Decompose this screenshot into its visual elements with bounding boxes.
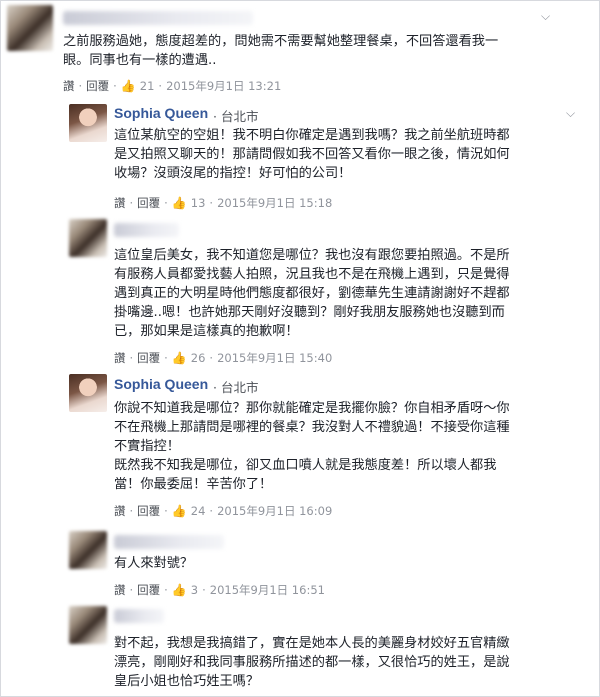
comment-date[interactable]: 2015年9月1日 15:18 xyxy=(217,195,332,211)
thumbs-up-icon: 👍 xyxy=(171,196,187,210)
commenter-name[interactable]: Sophia Queen xyxy=(114,376,208,392)
like-button[interactable]: 讚 xyxy=(63,78,75,94)
commenter-name-redacted xyxy=(114,223,179,237)
like-button[interactable]: 讚 xyxy=(114,503,126,519)
avatar[interactable] xyxy=(69,606,107,644)
chevron-down-icon[interactable]: ⌵ xyxy=(541,9,550,24)
like-count[interactable]: 3 xyxy=(191,583,198,597)
avatar[interactable] xyxy=(7,5,53,51)
avatar[interactable] xyxy=(69,374,107,412)
comment-date[interactable]: 2015年9月1日 15:40 xyxy=(217,350,332,366)
like-count[interactable]: 26 xyxy=(191,351,206,365)
comment-date[interactable]: 2015年9月1日 13:21 xyxy=(166,78,281,94)
like-count[interactable]: 21 xyxy=(140,79,155,93)
like-count[interactable]: 13 xyxy=(191,196,206,210)
reply-button[interactable]: 回覆 xyxy=(137,503,160,519)
like-button[interactable]: 讚 xyxy=(114,350,126,366)
comment-text: 這位皇后美女，我不知道您是哪位？我也沒有跟您要拍照過。不是所 有服務人員都愛找藝… xyxy=(114,248,510,339)
thumbs-up-icon: 👍 xyxy=(171,583,187,597)
thumbs-up-icon: 👍 xyxy=(171,351,187,365)
reply-button[interactable]: 回覆 xyxy=(137,350,160,366)
comment-meta: 讚 · 回覆 · 👍 21 · 2015年9月1日 13:21 xyxy=(63,78,282,94)
avatar[interactable] xyxy=(69,104,107,142)
comment-date[interactable]: 2015年9月1日 16:09 xyxy=(217,503,332,519)
comment-meta: 讚 · 回覆 · 👍 3 · 2015年9月1日 16:51 xyxy=(114,582,325,598)
comment-date[interactable]: 2015年9月1日 16:51 xyxy=(210,582,325,598)
like-button[interactable]: 讚 xyxy=(114,195,126,211)
reply-button[interactable]: 回覆 xyxy=(86,78,109,94)
avatar[interactable] xyxy=(69,531,107,569)
avatar[interactable] xyxy=(69,219,107,257)
commenter-location: · 台北市 xyxy=(213,109,259,124)
comment-thread: ⌵ 之前服務過她，態度超差的，問她需不需要幫她整理餐桌，不回答還看我一 眼。同事… xyxy=(0,0,600,697)
comment-meta: 讚 · 回覆 · 👍 24 · 2015年9月1日 16:09 xyxy=(114,503,333,519)
comment-text: 這位某航空的空姐！我不明白你確定是遇到我嗎？我之前坐航班時都 是又拍照又聊天的！… xyxy=(114,128,510,181)
like-count[interactable]: 24 xyxy=(191,504,206,518)
reply-button[interactable]: 回覆 xyxy=(137,582,160,598)
thumbs-up-icon: 👍 xyxy=(171,504,187,518)
like-button[interactable]: 讚 xyxy=(114,582,126,598)
comment-text: 你說不知道我是哪位？那你就能確定是我擺你臉？你自相矛盾呀～你 不在飛機上那請問是… xyxy=(114,401,510,492)
thumbs-up-icon: 👍 xyxy=(120,79,136,93)
comment-text: 有人來對號？ xyxy=(114,556,194,571)
comment-meta: 讚 · 回覆 · 👍 13 · 2015年9月1日 15:18 xyxy=(114,195,333,211)
commenter-name[interactable]: Sophia Queen xyxy=(114,105,208,121)
commenter-name-redacted xyxy=(114,535,224,549)
commenter-name-redacted xyxy=(63,11,253,25)
comment-text: 之前服務過她，態度超差的，問她需不需要幫她整理餐桌，不回答還看我一 眼。同事也有… xyxy=(63,34,499,68)
commenter-name-redacted xyxy=(114,609,164,623)
reply-button[interactable]: 回覆 xyxy=(137,195,160,211)
commenter-location: · 台北市 xyxy=(213,380,259,395)
comment-meta: 讚 · 回覆 · 👍 26 · 2015年9月1日 15:40 xyxy=(114,350,333,366)
chevron-down-icon[interactable]: ⌵ xyxy=(566,106,575,121)
comment-text: 對不起，我想是我搞錯了，實在是她本人長的美麗身材姣好五官精緻 漂亮，剛剛好和我同… xyxy=(114,636,510,689)
